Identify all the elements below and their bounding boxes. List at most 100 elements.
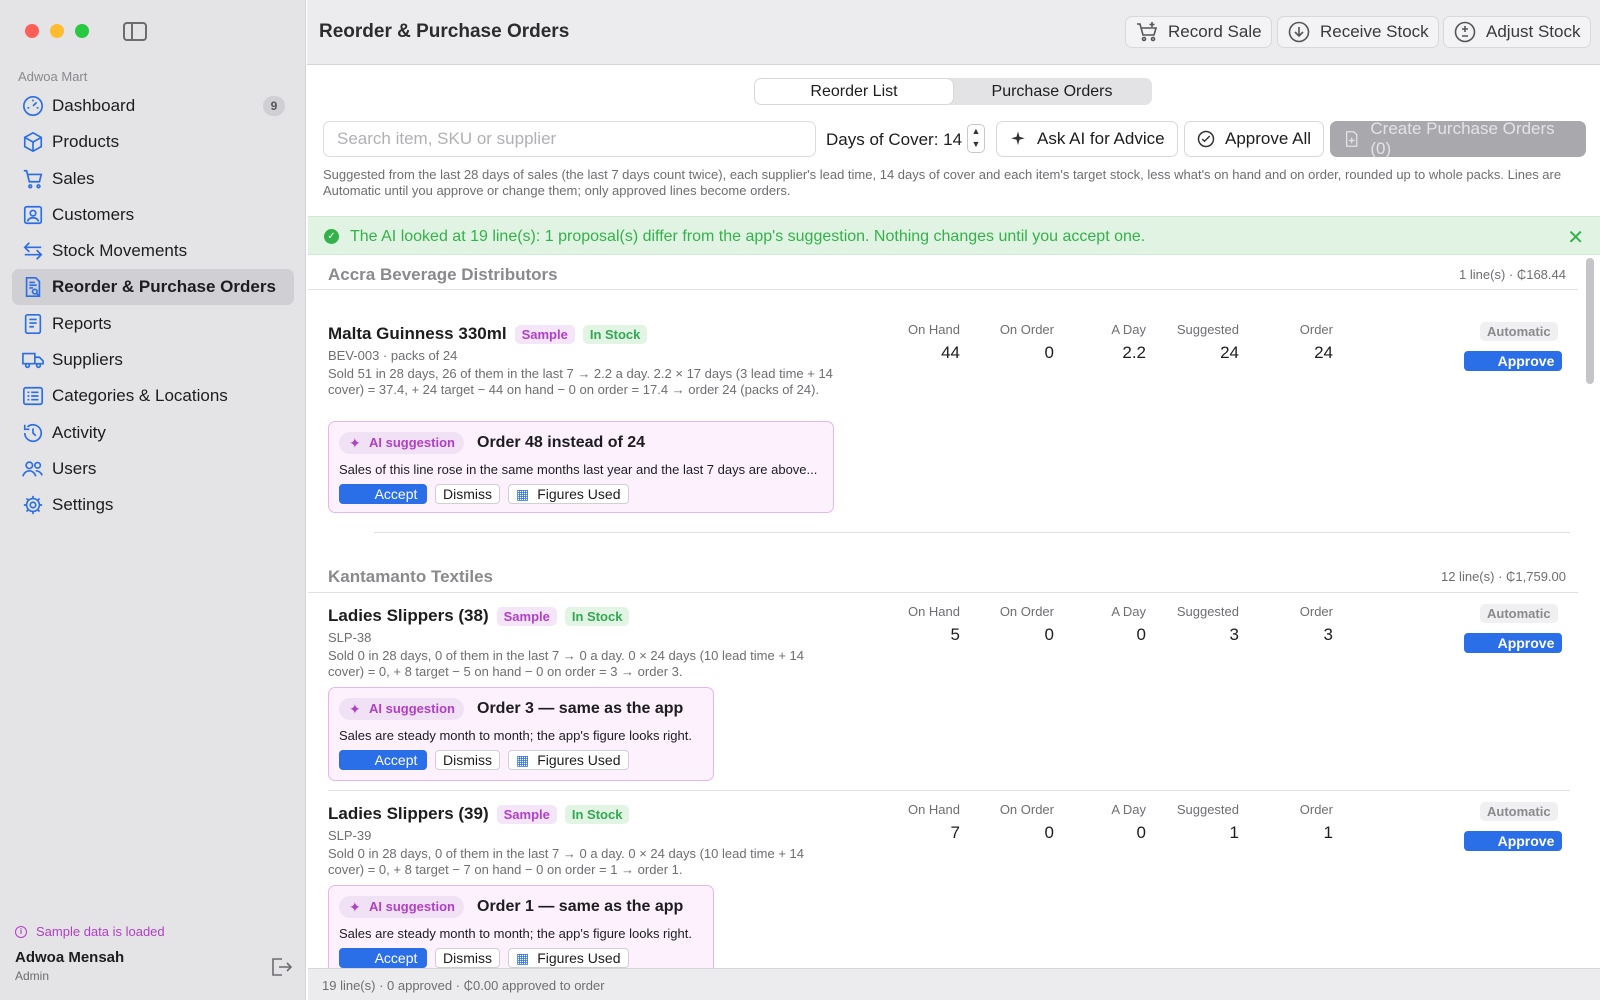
sidebar-item-categories[interactable]: Categories & Locations: [12, 378, 294, 414]
users-icon: [21, 457, 45, 481]
create-po-label: Create Purchase Orders (0): [1370, 119, 1555, 158]
zoom-window-button[interactable]: [75, 24, 89, 38]
days-of-cover-stepper[interactable]: ▲ ▼: [967, 124, 985, 153]
a-day-value: 0: [1136, 823, 1146, 842]
suggestion-explanation: Suggested from the last 28 days of sales…: [323, 167, 1562, 198]
approve-button[interactable]: Approve: [1464, 351, 1562, 371]
record-sale-button[interactable]: Record Sale: [1125, 16, 1272, 48]
tab-purchase-orders[interactable]: Purchase Orders: [953, 79, 1151, 104]
sidebar-nav: Dashboard 9 Products Sales Customers Sto…: [12, 88, 294, 524]
search-input[interactable]: [323, 121, 816, 157]
minimize-window-button[interactable]: [50, 24, 64, 38]
sidebar-item-label: Users: [52, 458, 97, 478]
dashboard-icon: [21, 94, 45, 118]
sidebar-item-reports[interactable]: Reports: [12, 306, 294, 342]
figures-used-button[interactable]: ▦ Figures Used: [508, 750, 629, 770]
item-name: Ladies Slippers (38) Sample In Stock: [328, 606, 630, 626]
ai-actions: Accept Dismiss ▦ Figures Used: [339, 750, 629, 770]
close-icon[interactable]: ✕: [1567, 225, 1584, 250]
view-segmented-control: Reorder List Purchase Orders: [754, 78, 1152, 105]
receive-stock-label: Receive Stock: [1320, 22, 1429, 41]
sidebar-item-label: Settings: [52, 495, 114, 515]
sidebar-item-sales[interactable]: Sales: [12, 161, 294, 197]
ask-ai-button[interactable]: Ask AI for Advice: [996, 121, 1178, 157]
sidebar-toggle-icon[interactable]: [123, 22, 147, 41]
ai-headline: Order 3 — same as the app: [477, 700, 684, 717]
sidebar-item-label: Sales: [52, 168, 95, 188]
create-purchase-orders-button[interactable]: Create Purchase Orders (0): [1330, 119, 1586, 158]
accept-button[interactable]: Accept: [339, 484, 427, 504]
sample-tag: Sample: [496, 804, 557, 824]
suggested-label: Suggested: [1176, 604, 1239, 619]
item-calculation: Sold 0 in 28 days, 0 of them in the last…: [328, 846, 804, 877]
truck-icon: [21, 348, 45, 372]
sample-tag: Sample: [514, 324, 575, 344]
sidebar-item-label: Dashboard: [52, 96, 136, 115]
supplier-group-header: Accra Beverage Distributors: [328, 265, 558, 284]
item-calculation: Sold 51 in 28 days, 26 of them in the la…: [328, 366, 833, 397]
logout-icon[interactable]: [270, 957, 293, 982]
figures-used-label: Figures Used: [537, 950, 621, 966]
receive-stock-button[interactable]: Receive Stock: [1277, 16, 1439, 48]
sidebar-item-users[interactable]: Users: [12, 451, 294, 487]
accept-button[interactable]: Accept: [339, 948, 427, 968]
approve-all-button[interactable]: Approve All: [1184, 121, 1324, 157]
sidebar: Adwoa Mart Dashboard 9 Products Sales Cu…: [0, 0, 306, 1000]
order-label: Order: [1299, 802, 1333, 817]
close-window-button[interactable]: [25, 24, 39, 38]
dismiss-button[interactable]: Dismiss: [435, 750, 500, 770]
item-calculation: Sold 0 in 28 days, 0 of them in the last…: [328, 648, 804, 679]
figures-used-button[interactable]: ▦ Figures Used: [508, 484, 629, 504]
status-badge: Automatic: [1480, 802, 1558, 821]
document-search-icon: [21, 275, 45, 299]
sidebar-item-customers[interactable]: Customers: [12, 197, 294, 233]
order-value: 1: [1323, 823, 1333, 842]
sidebar-item-products[interactable]: Products: [12, 124, 294, 160]
ai-suggestion-card: ✦ AI suggestion Order 1 — same as the app…: [328, 885, 714, 968]
in-stock-tag: In Stock: [564, 606, 630, 626]
adjust-stock-label: Adjust Stock: [1486, 22, 1581, 41]
plus-minus-icon: [1454, 21, 1476, 43]
suggested-label: Suggested: [1176, 322, 1239, 337]
window-controls: [25, 24, 89, 38]
dismiss-button[interactable]: Dismiss: [435, 484, 500, 504]
a-day-value: 2.2: [1122, 343, 1146, 362]
sidebar-item-label: Reorder & Purchase Orders: [52, 277, 276, 297]
list-icon: [21, 384, 45, 408]
page-title: Reorder & Purchase Orders: [319, 21, 570, 42]
accept-button[interactable]: Accept: [339, 750, 427, 770]
store-name: Adwoa Mart: [18, 69, 88, 84]
table-icon: ▦: [516, 752, 530, 768]
ai-suggestion-card: ✦ AI suggestion Order 48 instead of 24 Sa…: [328, 421, 834, 513]
on-order-value: 0: [1044, 625, 1054, 644]
user-name: Adwoa Mensah: [15, 949, 125, 966]
record-sale-label: Record Sale: [1168, 22, 1262, 41]
divider: [308, 592, 1578, 593]
divider: [308, 289, 1578, 290]
on-hand-value: 5: [950, 625, 960, 644]
sidebar-item-dashboard[interactable]: Dashboard 9: [12, 88, 294, 124]
ai-result-banner: ✓ The AI looked at 19 line(s): 1 proposa…: [308, 216, 1600, 255]
sidebar-item-settings[interactable]: Settings: [12, 487, 294, 523]
ai-actions: Accept Dismiss ▦ Figures Used: [339, 484, 629, 504]
approve-button[interactable]: Approve: [1464, 831, 1562, 851]
days-of-cover-label: Days of Cover: 14: [826, 130, 963, 149]
figures-used-button[interactable]: ▦ Figures Used: [508, 948, 629, 968]
tab-reorder-list[interactable]: Reorder List: [755, 79, 953, 104]
adjust-stock-button[interactable]: Adjust Stock: [1443, 16, 1591, 48]
sidebar-item-reorder[interactable]: Reorder & Purchase Orders: [12, 269, 294, 306]
sidebar-item-stock-movements[interactable]: Stock Movements: [12, 233, 294, 269]
approve-button[interactable]: Approve: [1464, 633, 1562, 653]
sidebar-item-suppliers[interactable]: Suppliers: [12, 342, 294, 378]
download-circle-icon: [1288, 21, 1310, 43]
ai-pill-label: AI suggestion: [369, 701, 455, 716]
ai-headline: Order 1 — same as the app: [477, 898, 684, 915]
ai-reason: Sales are steady month to month; the app…: [339, 926, 692, 941]
sidebar-item-activity[interactable]: Activity: [12, 415, 294, 451]
ai-reason: Sales are steady month to month; the app…: [339, 728, 692, 743]
ai-suggestion-pill: ✦ AI suggestion: [339, 698, 464, 720]
list-scrollbar[interactable]: [1586, 258, 1594, 384]
dismiss-button[interactable]: Dismiss: [435, 948, 500, 968]
ask-ai-label: Ask AI for Advice: [1037, 129, 1165, 148]
checkmark-circle-icon: [1197, 130, 1215, 148]
